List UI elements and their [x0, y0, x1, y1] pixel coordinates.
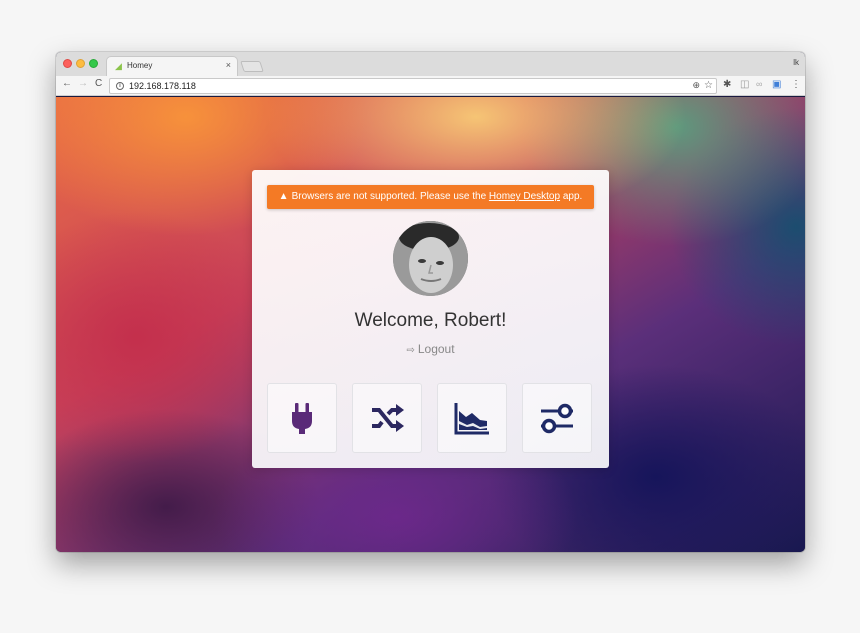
- warning-icon: ▲: [278, 191, 289, 202]
- extension-ghost-icon[interactable]: ◫: [740, 80, 749, 90]
- browser-menu-icon[interactable]: ⋮: [791, 80, 801, 90]
- extension-gear-icon[interactable]: ✱: [723, 80, 731, 90]
- address-bar[interactable]: i 192.168.178.118 ⊕ ☆: [109, 78, 717, 94]
- tile-devices[interactable]: [267, 383, 337, 453]
- back-button[interactable]: ←: [62, 79, 72, 89]
- tile-flows[interactable]: [352, 383, 422, 453]
- forward-button[interactable]: →: [78, 79, 88, 89]
- tab-strip: ◢ Homey × lk: [56, 52, 805, 76]
- shuffle-icon: [372, 404, 404, 432]
- plug-icon: [292, 403, 312, 434]
- tile-insights[interactable]: [437, 383, 507, 453]
- tab-title: Homey: [127, 61, 153, 70]
- new-tab-button[interactable]: [240, 61, 264, 72]
- tile-settings[interactable]: [522, 383, 592, 453]
- logout-label: Logout: [417, 342, 455, 356]
- sign-out-icon: ⇨: [406, 345, 415, 356]
- app-tiles: [267, 383, 594, 453]
- reload-button[interactable]: C: [95, 79, 102, 89]
- close-window-button[interactable]: [63, 59, 72, 68]
- maximize-window-button[interactable]: [89, 59, 98, 68]
- logout-link[interactable]: ⇨ Logout: [252, 342, 609, 356]
- browser-window: ◢ Homey × lk ← → C i 192.168.178.118 ⊕ ☆…: [56, 52, 805, 552]
- homey-favicon-icon: ◢: [115, 61, 122, 71]
- alert-text-after: app.: [562, 191, 583, 202]
- site-info-icon[interactable]: i: [116, 82, 124, 90]
- homey-desktop-link[interactable]: Homey Desktop: [489, 191, 560, 202]
- browser-toolbar: ← → C i 192.168.178.118 ⊕ ☆ ✱ ◫ ∞ ▣ ⋮: [56, 76, 805, 96]
- bookmark-star-icon[interactable]: ☆: [704, 80, 713, 91]
- unsupported-browser-alert: ▲ Browsers are not supported. Please use …: [267, 185, 594, 209]
- avatar: [393, 221, 468, 296]
- sliders-icon: [541, 403, 573, 434]
- url-text[interactable]: 192.168.178.118: [129, 81, 196, 91]
- minimize-window-button[interactable]: [76, 59, 85, 68]
- alert-text-before: Browsers are not supported. Please use t…: [291, 191, 487, 202]
- tab-homey[interactable]: ◢ Homey ×: [106, 56, 238, 76]
- profile-button[interactable]: lk: [793, 58, 799, 67]
- login-card: ▲ Browsers are not supported. Please use …: [252, 170, 609, 468]
- welcome-heading: Welcome, Robert!: [354, 310, 507, 331]
- area-chart-icon: [454, 403, 489, 435]
- zoom-icon[interactable]: ⊕: [692, 80, 700, 91]
- tab-close-icon[interactable]: ×: [226, 60, 231, 70]
- page-background: ▲ Browsers are not supported. Please use …: [56, 97, 805, 552]
- extension-badge-icon[interactable]: ▣: [772, 80, 781, 90]
- extension-infinity-icon[interactable]: ∞: [756, 80, 762, 89]
